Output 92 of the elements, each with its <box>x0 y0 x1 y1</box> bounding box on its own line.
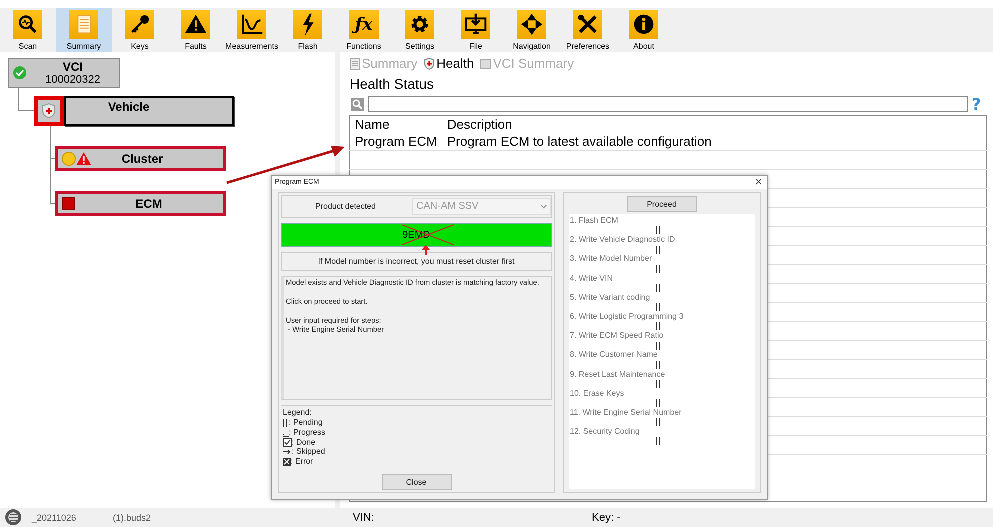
pending-icon <box>656 303 662 312</box>
graph-icon <box>237 10 267 39</box>
toolbar-button[interactable]: Scan <box>0 8 56 52</box>
step-label: 6. Write Logistic Programming 3 <box>570 312 685 322</box>
tree-node[interactable]: Vehicle <box>64 96 234 126</box>
node-label: VCI 100020322 <box>44 60 102 86</box>
warning-text: If Model number is incorrect, you must reset cluster first <box>281 252 552 271</box>
arrow-icon <box>283 448 292 456</box>
pending-icon <box>656 322 662 330</box>
tools-icon <box>573 10 603 39</box>
search-icon[interactable] <box>351 98 364 110</box>
close-button[interactable]: Close <box>382 474 452 490</box>
error-icon <box>283 458 291 466</box>
pending-icon <box>656 399 662 408</box>
toolbar-button[interactable]: Faults <box>168 8 224 52</box>
search-field[interactable] <box>368 96 968 112</box>
toolbar-button[interactable]: Navigation <box>504 8 560 52</box>
table-cell: Program ECM <box>350 132 442 150</box>
shield-icon <box>42 103 56 119</box>
pending-icon <box>656 226 662 234</box>
pending-icon <box>656 418 662 426</box>
monitor-download-icon <box>461 10 491 39</box>
warning-icon <box>62 152 92 166</box>
tab[interactable]: Health <box>422 55 476 72</box>
file-name: (1).buds2 <box>113 512 152 522</box>
magnifier-icon <box>13 10 43 39</box>
pending-icon <box>656 437 662 446</box>
pending-icon <box>656 246 662 254</box>
step-label: 4. Write VIN <box>570 274 614 284</box>
toolbar-button[interactable]: Preferences <box>560 8 616 52</box>
arrows-icon <box>517 10 547 39</box>
legend-label: : Error <box>291 457 314 467</box>
functions-icon: ƒx <box>349 10 379 39</box>
screen-icon <box>480 58 492 68</box>
node-label: Cluster <box>120 152 164 166</box>
tree-node[interactable]: Cluster <box>55 146 226 171</box>
pending-icon <box>656 360 662 369</box>
column-header: Name <box>350 116 442 132</box>
pending-icon <box>283 418 289 427</box>
toolbar-button[interactable]: Settings <box>392 8 448 52</box>
node-label: ECM <box>134 196 164 210</box>
step-label: 1. Flash ECM <box>570 216 620 226</box>
toolbar-button[interactable]: About <box>616 8 672 52</box>
pending-icon <box>656 284 662 292</box>
pending-icon <box>656 264 662 273</box>
toolbar-button[interactable]: Flash <box>280 8 336 52</box>
table-cell: Program ECM to latest available configuration <box>442 132 986 150</box>
globe-icon <box>5 509 22 526</box>
tree-node[interactable]: VCI 100020322 <box>8 58 120 88</box>
step-label: 12. Security Coding <box>570 427 641 437</box>
legend-label: : Progress <box>289 428 326 438</box>
step-label: 2. Write Vehicle Diagnostic ID <box>570 235 676 245</box>
field-label: Product detected <box>314 202 377 211</box>
toolbar-button[interactable]: ƒx Functions <box>336 8 392 52</box>
shield-icon <box>424 58 435 70</box>
step-label: 10. Erase Keys <box>570 388 626 398</box>
legend-title: Legend: <box>283 408 313 418</box>
proceed-button[interactable]: Proceed <box>627 196 697 212</box>
column-header: Description <box>442 116 986 132</box>
toolbar-button[interactable]: Keys <box>112 8 168 52</box>
legend-label: : Done <box>292 438 316 448</box>
legend-label: : Pending <box>289 418 323 428</box>
info-icon <box>629 10 659 39</box>
arrow-icon <box>422 245 430 255</box>
error-icon <box>62 197 75 210</box>
step-label: 11. Write Engine Serial Number <box>570 408 683 418</box>
caret-icon <box>541 204 547 208</box>
gear-icon <box>405 10 435 39</box>
step-label: 5. Write Variant coding <box>570 292 652 302</box>
step-label: 3. Write Model Number <box>570 254 654 264</box>
document-icon <box>69 10 99 39</box>
toolbar-button[interactable]: Measurements <box>224 8 280 52</box>
legend-label: : Skipped <box>292 447 326 458</box>
section-title: Health Status <box>350 76 436 92</box>
lightning-icon <box>293 10 323 39</box>
vin-label: VIN: <box>353 512 376 524</box>
pending-icon <box>656 342 662 350</box>
pending-icon <box>656 380 662 388</box>
checkbox-icon <box>283 438 292 447</box>
key-icon <box>125 10 155 39</box>
toolbar-button[interactable]: File <box>448 8 504 52</box>
step-label: 8. Write Customer Name <box>570 350 659 360</box>
step-label: 7. Write ECM Speed Ratio <box>570 331 665 341</box>
document-icon <box>350 58 360 70</box>
key-label: Key: - <box>592 512 621 524</box>
tree-node[interactable]: ECM <box>55 191 226 216</box>
toolbar-button[interactable]: Summary <box>56 8 112 52</box>
warning-icon <box>181 10 211 39</box>
node-label: Vehicle <box>107 100 151 114</box>
file-date: _20211026 <box>32 512 78 522</box>
step-label: 9. Reset Last Maintenance <box>570 370 666 380</box>
check-icon <box>13 66 27 80</box>
